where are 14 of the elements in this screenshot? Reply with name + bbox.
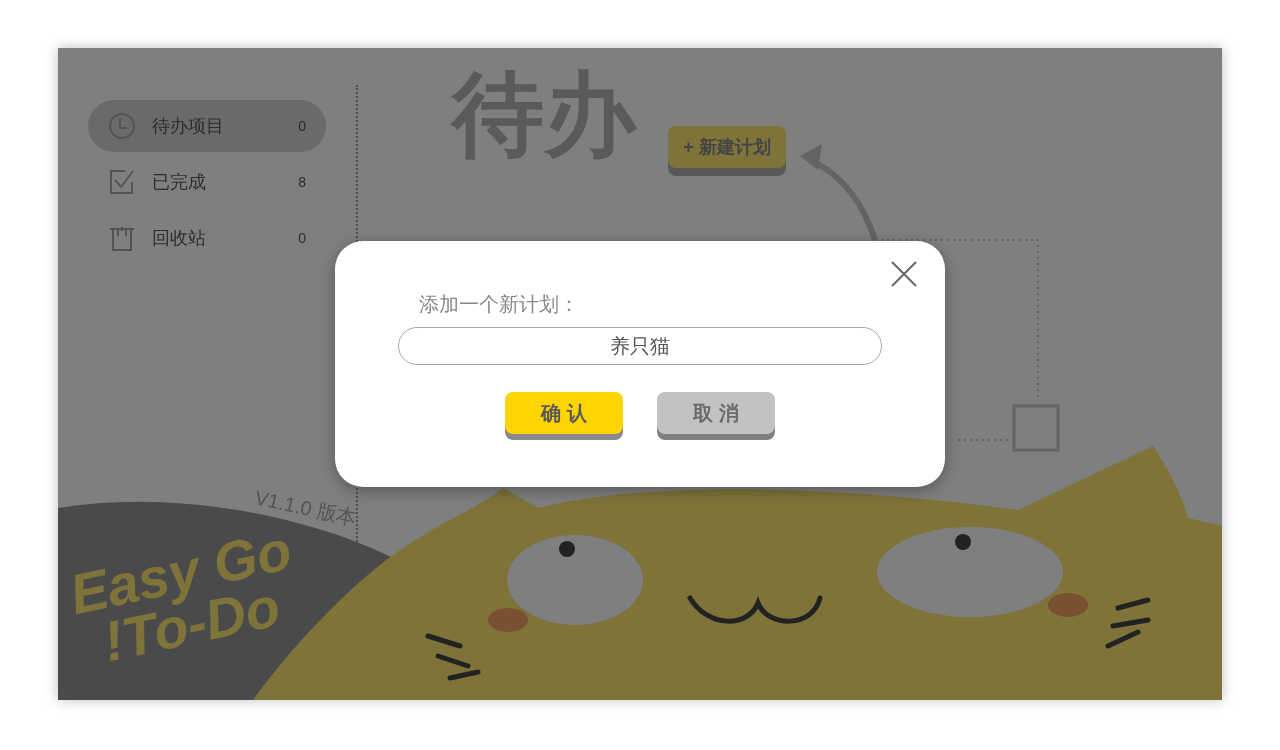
sidebar-item[interactable]: 已完成 8	[88, 156, 326, 208]
close-icon[interactable]	[891, 261, 917, 287]
sidebar-item-label: 待办项目	[152, 114, 225, 138]
trash-icon	[108, 224, 136, 252]
sidebar-item-label: 回收站	[152, 226, 207, 250]
sidebar-item[interactable]: 回收站 0	[88, 212, 326, 264]
item-count: 0	[298, 116, 306, 136]
checkbox-icon	[108, 168, 136, 196]
input-field[interactable]: 养只猫	[398, 327, 882, 365]
item-count: 8	[298, 172, 306, 192]
sidebar-item-label: 已完成	[152, 170, 207, 194]
dialog-label: 添加一个新计划：	[419, 292, 579, 317]
sidebar-item[interactable]: 待办项目 0	[88, 100, 326, 152]
item-count: 0	[298, 228, 306, 248]
